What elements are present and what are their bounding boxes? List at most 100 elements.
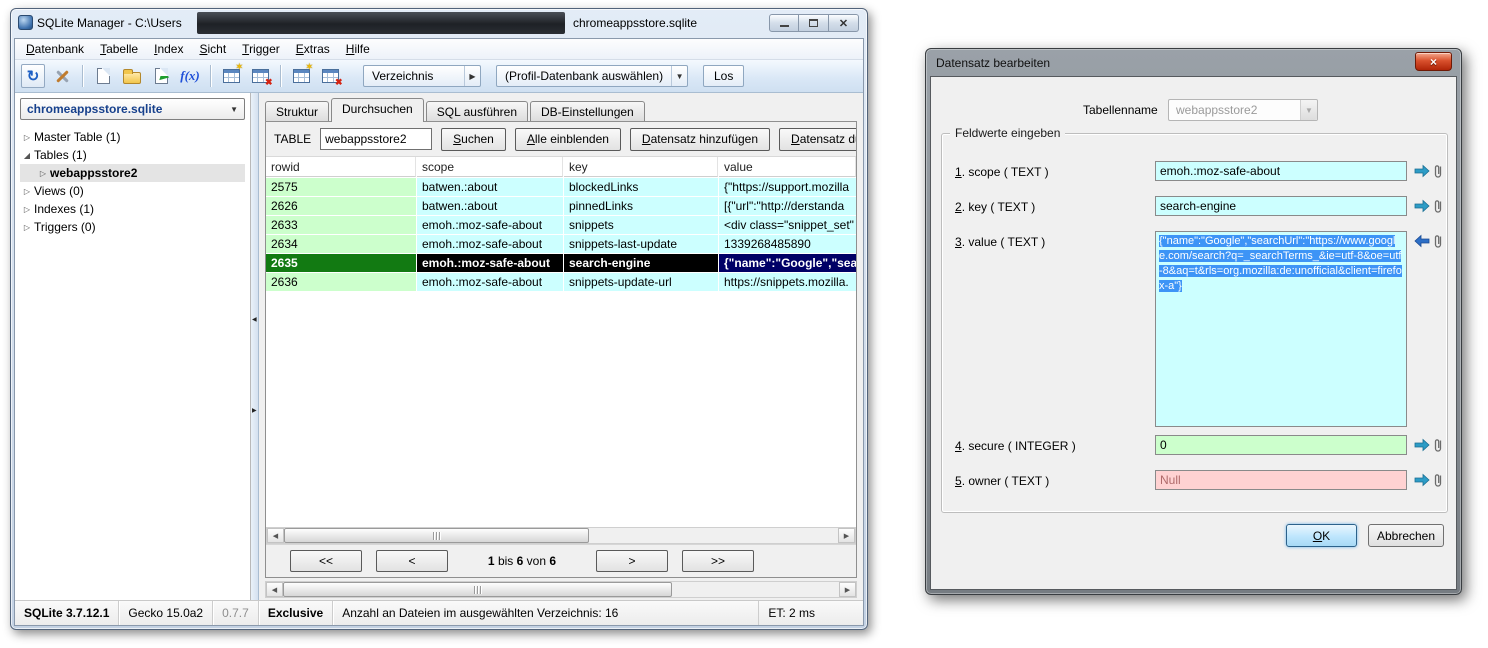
scope-input[interactable]	[1155, 161, 1407, 181]
duplicate-record-button[interactable]: Datensatz dupliz	[779, 128, 856, 151]
cell-key[interactable]: snippets	[564, 216, 718, 234]
table-row[interactable]: 2626 batwen.:about pinnedLinks [{"url":"…	[266, 197, 856, 215]
scroll-right-icon[interactable]: ▶	[839, 582, 856, 597]
scrollbar-thumb[interactable]	[284, 528, 589, 543]
cell-value[interactable]: {"https://support.mozilla	[719, 178, 856, 196]
sidebar-splitter[interactable]: ◀ ▶	[251, 93, 259, 600]
cell-rowid[interactable]: 2634	[266, 235, 416, 253]
cell-key[interactable]: snippets-update-url	[564, 273, 718, 291]
panel-horizontal-scrollbar[interactable]: ◀ ▶	[265, 581, 857, 598]
last-page-button[interactable]: >>	[682, 550, 754, 572]
menu-tabelle[interactable]: Tabelle	[93, 40, 145, 58]
tab-sql-ausfuehren[interactable]: SQL ausführen	[426, 101, 528, 122]
verzeichnis-dropdown[interactable]: Verzeichnis ▶	[363, 65, 481, 87]
profile-database-select[interactable]: (Profil-Datenbank auswählen) ▼	[496, 65, 688, 87]
tree-item-tables[interactable]: ◢ Tables (1)	[20, 146, 245, 164]
cell-value[interactable]: 1339268485890	[719, 235, 856, 253]
ok-button[interactable]: OK	[1286, 524, 1357, 547]
secure-input[interactable]	[1155, 435, 1407, 455]
scroll-left-icon[interactable]: ◀	[266, 582, 283, 597]
tree-item-indexes[interactable]: ▷ Indexes (1)	[20, 200, 245, 218]
cell-key[interactable]: blockedLinks	[564, 178, 718, 196]
tree-item-master-table[interactable]: ▷ Master Table (1)	[20, 128, 245, 146]
minimize-button[interactable]	[769, 14, 799, 32]
new-database-button[interactable]	[91, 64, 115, 88]
add-record-button[interactable]	[289, 64, 313, 88]
cell-scope[interactable]: batwen.:about	[417, 197, 563, 215]
scrollbar-thumb[interactable]	[283, 582, 672, 597]
import-button[interactable]	[149, 64, 173, 88]
refresh-button[interactable]: ↻	[21, 64, 45, 88]
close-button[interactable]: ✕	[829, 14, 859, 32]
expand-field-arrow-icon[interactable]	[1414, 473, 1430, 487]
dialog-close-button[interactable]: ×	[1415, 52, 1452, 71]
column-header-value[interactable]: value	[719, 157, 856, 177]
open-database-button[interactable]	[120, 64, 144, 88]
column-header-scope[interactable]: scope	[417, 157, 563, 177]
cell-rowid[interactable]: 2633	[266, 216, 416, 234]
twisty-collapsed-icon[interactable]: ▷	[20, 205, 34, 214]
go-button[interactable]: Los	[703, 65, 744, 87]
previous-page-button[interactable]: <	[376, 550, 448, 572]
maximize-button[interactable]	[799, 14, 829, 32]
attach-file-icon[interactable]	[1433, 233, 1443, 249]
column-header-key[interactable]: key	[564, 157, 718, 177]
tree-item-views[interactable]: ▷ Views (0)	[20, 182, 245, 200]
cell-scope[interactable]: emoh.:moz-safe-about	[417, 216, 563, 234]
cell-scope[interactable]: emoh.:moz-safe-about	[417, 235, 563, 253]
cell-scope[interactable]: emoh.:moz-safe-about	[417, 254, 563, 272]
owner-input[interactable]	[1155, 470, 1407, 490]
attach-file-icon[interactable]	[1433, 198, 1443, 214]
attach-file-icon[interactable]	[1433, 163, 1443, 179]
expand-field-arrow-icon[interactable]	[1414, 164, 1430, 178]
twisty-expanded-icon[interactable]: ◢	[20, 151, 34, 160]
cell-scope[interactable]: batwen.:about	[417, 178, 563, 196]
expand-field-arrow-icon[interactable]	[1414, 438, 1430, 452]
tab-struktur[interactable]: Struktur	[265, 101, 329, 122]
add-record-button[interactable]: Datensatz hinzufügen	[630, 128, 770, 151]
menu-trigger[interactable]: Trigger	[235, 40, 287, 58]
show-all-button[interactable]: Alle einblenden	[515, 128, 621, 151]
collapse-field-arrow-icon[interactable]	[1414, 234, 1430, 248]
drop-table-button[interactable]	[248, 64, 272, 88]
cancel-button[interactable]: Abbrechen	[1368, 524, 1444, 547]
delete-record-button[interactable]	[318, 64, 342, 88]
expand-field-arrow-icon[interactable]	[1414, 199, 1430, 213]
cell-value[interactable]: {"name":"Google","sea	[719, 254, 856, 272]
table-row[interactable]: 2575 batwen.:about blockedLinks {"https:…	[266, 178, 856, 196]
twisty-collapsed-icon[interactable]: ▷	[36, 169, 50, 178]
table-row[interactable]: 2633 emoh.:moz-safe-about snippets <div …	[266, 216, 856, 234]
twisty-collapsed-icon[interactable]: ▷	[20, 133, 34, 142]
cell-rowid[interactable]: 2635	[266, 254, 416, 272]
database-selector[interactable]: chromeappsstore.sqlite ▼	[20, 98, 245, 120]
search-button[interactable]: Suchen	[441, 128, 506, 151]
tab-db-einstellungen[interactable]: DB-Einstellungen	[530, 101, 645, 122]
cell-rowid[interactable]: 2636	[266, 273, 416, 291]
scrollbar-track[interactable]	[283, 582, 839, 597]
cell-key[interactable]: search-engine	[564, 254, 718, 272]
splitter-collapse-right-icon[interactable]: ▶	[252, 407, 257, 414]
grid-horizontal-scrollbar[interactable]: ◀ ▶	[266, 527, 856, 544]
tab-durchsuchen[interactable]: Durchsuchen	[331, 98, 424, 122]
cell-value[interactable]: [{"url":"http://derstanda	[719, 197, 856, 215]
next-page-button[interactable]: >	[596, 550, 668, 572]
column-header-rowid[interactable]: rowid	[266, 157, 416, 177]
tree-item-webappsstore2[interactable]: ▷ webappsstore2	[20, 164, 245, 182]
cell-key[interactable]: pinnedLinks	[564, 197, 718, 215]
key-input[interactable]	[1155, 196, 1407, 216]
cell-value[interactable]: <div class="snippet_set"	[719, 216, 856, 234]
cell-rowid[interactable]: 2626	[266, 197, 416, 215]
scroll-left-icon[interactable]: ◀	[267, 528, 284, 543]
fx-functions-button[interactable]: f(x)	[178, 64, 202, 88]
attach-file-icon[interactable]	[1433, 472, 1443, 488]
create-table-button[interactable]	[219, 64, 243, 88]
cell-key[interactable]: snippets-last-update	[564, 235, 718, 253]
menu-sicht[interactable]: Sicht	[192, 40, 233, 58]
menu-datenbank[interactable]: Datenbank	[19, 40, 91, 58]
scrollbar-track[interactable]	[284, 528, 838, 543]
attach-file-icon[interactable]	[1433, 437, 1443, 453]
table-name-input[interactable]	[320, 128, 432, 150]
table-row[interactable]: 2636 emoh.:moz-safe-about snippets-updat…	[266, 273, 856, 291]
tree-item-triggers[interactable]: ▷ Triggers (0)	[20, 218, 245, 236]
cell-value[interactable]: https://snippets.mozilla.	[719, 273, 856, 291]
